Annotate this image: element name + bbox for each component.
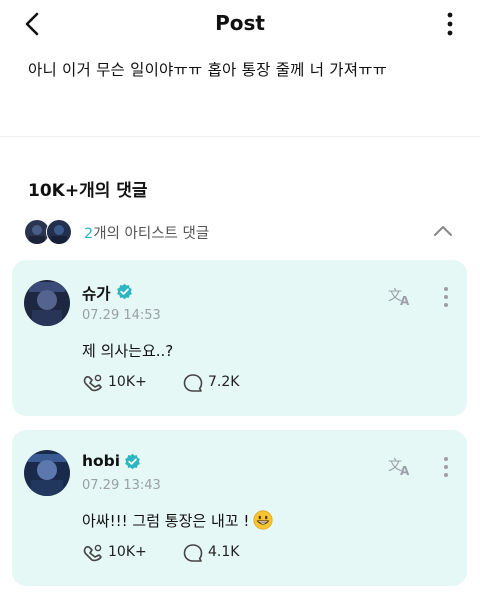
avatar[interactable] xyxy=(24,280,70,326)
speech-bubble-icon xyxy=(183,374,203,392)
translate-icon[interactable]: 文 A xyxy=(387,454,413,478)
vertical-dots-icon[interactable] xyxy=(441,286,451,308)
commenter-name: 슈가 xyxy=(82,285,111,303)
comment-date: 07.29 14:53 xyxy=(82,308,161,323)
commenter-name: hobi xyxy=(82,452,121,470)
verified-badge-icon xyxy=(125,453,140,470)
comment-text: 제 의사는요..? xyxy=(82,342,174,360)
like-icon xyxy=(83,374,102,392)
header-bar: Post xyxy=(0,0,480,46)
comment-date: 07.29 13:43 xyxy=(82,478,161,493)
artist-comment-card: 슈가 07.29 14:53 文 A 제 의사는요..? 10K+ 7.2K xyxy=(12,260,467,416)
artist-comments-toggle[interactable]: 2개의 아티스트 댓글 xyxy=(24,212,464,250)
reply-count: 4.1K xyxy=(208,544,240,560)
avatar xyxy=(46,219,72,245)
vertical-dots-icon[interactable] xyxy=(442,10,458,38)
reply-count: 7.2K xyxy=(208,374,240,390)
avatar[interactable] xyxy=(24,450,70,496)
comment-text: 아싸!!! 그럼 통장은 내꼬 ! xyxy=(82,510,273,531)
like-icon xyxy=(83,544,102,562)
page-title: Post xyxy=(215,11,265,35)
vertical-dots-icon[interactable] xyxy=(441,456,451,478)
divider xyxy=(0,136,480,137)
comments-count: 10K+개의 댓글 xyxy=(28,181,148,201)
artist-comment-card: hobi 07.29 13:43 文 A 아싸!!! 그럼 통장은 내꼬 ! 1… xyxy=(12,430,467,586)
speech-bubble-icon xyxy=(183,544,203,562)
svg-text:A: A xyxy=(400,464,410,478)
post-text: 아니 이거 무슨 일이야ㅠㅠ 홉아 통장 줄께 너 가져ㅠㅠ xyxy=(28,61,388,79)
verified-badge-icon xyxy=(117,283,132,300)
svg-text:A: A xyxy=(400,294,410,308)
grinning-face-emoji-icon xyxy=(253,510,273,530)
chevron-up-icon[interactable] xyxy=(432,222,454,240)
translate-icon[interactable]: 文 A xyxy=(387,284,413,308)
artist-comments-label: 2개의 아티스트 댓글 xyxy=(84,226,210,242)
like-count: 10K+ xyxy=(108,374,147,390)
like-count: 10K+ xyxy=(108,544,147,560)
